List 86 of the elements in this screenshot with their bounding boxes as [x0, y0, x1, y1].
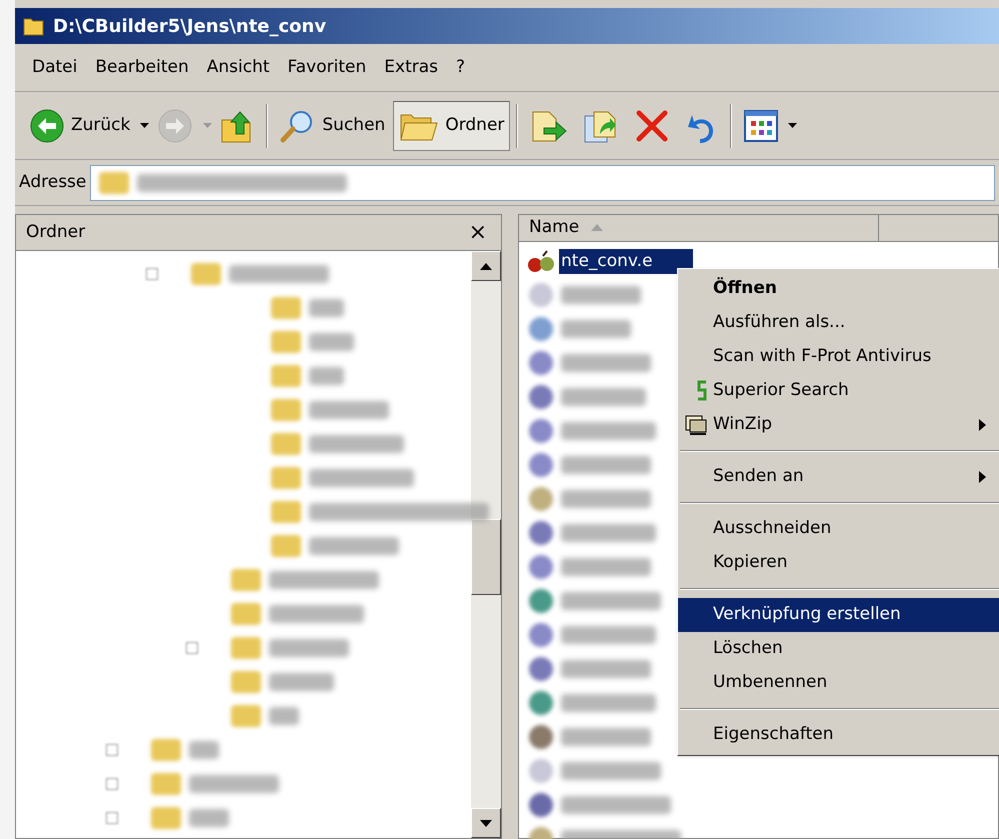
scrollbar[interactable] — [471, 251, 501, 838]
blurred-file-icon — [529, 724, 553, 748]
blurred-file-icon — [529, 554, 553, 578]
toolbar-button[interactable]: Zurück — [23, 100, 136, 150]
redacted-label — [269, 673, 334, 691]
blurred-file-icon — [529, 758, 553, 782]
folder-icon — [23, 16, 45, 36]
submenu-arrow-icon — [979, 471, 986, 483]
blurred-file-icon — [529, 282, 553, 306]
close-button[interactable]: × — [464, 222, 491, 244]
redacted-label — [189, 741, 219, 759]
blurred-folder-icon — [271, 433, 301, 455]
caret-icon — [788, 122, 798, 128]
scroll-down-button[interactable] — [471, 808, 501, 838]
blurred-file-icon — [529, 452, 553, 476]
scroll-thumb[interactable] — [471, 519, 501, 595]
address-field[interactable] — [90, 164, 995, 200]
blurred-file-icon — [529, 622, 553, 646]
down-arrow-icon — [480, 820, 492, 826]
context-menu-item[interactable]: WinZip — [678, 408, 999, 442]
up-arrow-icon — [480, 262, 492, 270]
blurred-file-icon — [529, 656, 553, 680]
menu-item[interactable]: Extras — [375, 54, 447, 80]
blurred-file-icon — [529, 792, 553, 816]
context-menu-item[interactable]: Scan with F-Prot Antivirus — [678, 340, 999, 374]
redacted-label — [269, 707, 299, 725]
pane-title: Ordner — [26, 220, 86, 244]
menu-item[interactable]: ? — [447, 54, 474, 80]
blurred-folder-icon — [231, 603, 261, 625]
blurred-folder-icon — [231, 569, 261, 591]
redacted-label — [309, 299, 344, 317]
redacted-label — [309, 333, 354, 351]
blurred-folder-icon — [231, 705, 261, 727]
menu-item[interactable]: Datei — [23, 54, 86, 80]
context-menu-item[interactable]: Öffnen — [678, 272, 999, 306]
menu-item[interactable]: Ansicht — [198, 54, 279, 80]
blurred-folder-icon — [271, 297, 301, 319]
caret-icon — [140, 122, 150, 128]
redacted-label — [309, 367, 344, 385]
context-menu-item[interactable]: Löschen — [678, 632, 999, 666]
blurred-folder-icon — [99, 172, 130, 194]
blurred-folder-icon — [271, 399, 301, 421]
context-menu-item[interactable]: Ausführen als... — [678, 306, 999, 340]
context-menu-item[interactable]: Umbenennen — [678, 666, 999, 700]
apple-icon — [527, 250, 557, 274]
submenu-arrow-icon — [979, 419, 986, 431]
blurred-folder-icon — [191, 263, 221, 285]
blurred-folder-icon — [151, 773, 181, 795]
menu-item[interactable]: Bearbeiten — [86, 54, 198, 80]
blurred-folder-icon — [271, 501, 301, 523]
blurred-file-icon — [529, 520, 553, 544]
blurred-folder-icon — [271, 467, 301, 489]
scroll-up-button[interactable] — [471, 251, 501, 281]
redacted-label — [561, 320, 631, 338]
redacted-label — [189, 809, 229, 827]
delete-icon — [634, 108, 670, 144]
context-menu-item[interactable]: Verknüpfung erstellen — [678, 598, 999, 632]
blurred-folder-icon — [151, 807, 181, 829]
toolbar-button[interactable]: Ordner — [393, 100, 510, 150]
context-menu-item[interactable]: Eigenschaften — [678, 718, 999, 752]
blurred-folder-icon — [231, 637, 261, 659]
blurred-file-icon — [529, 350, 553, 374]
blurred-file-icon — [529, 418, 553, 442]
window-title: D:\CBuilder5\Jens\nte_conv — [53, 14, 326, 38]
blurred-file-icon — [529, 316, 553, 340]
context-menu-item[interactable]: Superior Search — [678, 374, 999, 408]
blurred-file-icon — [529, 588, 553, 612]
views-icon — [744, 110, 778, 142]
blurred-file-icon — [529, 690, 553, 714]
caret-icon — [203, 122, 212, 128]
blurred-file-icon — [529, 384, 553, 408]
blurred-folder-icon — [271, 535, 301, 557]
file-name[interactable]: nte_conv.e — [559, 248, 693, 274]
toolbar-button[interactable]: Suchen — [274, 100, 392, 150]
blurred-folder-icon — [151, 739, 181, 761]
blurred-folder-icon — [231, 671, 261, 693]
menu-item[interactable]: Favoriten — [278, 54, 376, 80]
sort-arrow-icon — [591, 224, 604, 232]
address-label: Adresse — [19, 170, 86, 194]
s-logo-icon — [696, 380, 708, 402]
blurred-file-icon — [529, 486, 553, 510]
blurred-folder-icon — [271, 331, 301, 353]
blurred-folder-icon — [271, 365, 301, 387]
context-menu-item[interactable]: Senden an — [678, 460, 999, 494]
context-menu-item[interactable]: Ausschneiden — [678, 512, 999, 546]
context-menu-item[interactable]: Kopieren — [678, 546, 999, 580]
